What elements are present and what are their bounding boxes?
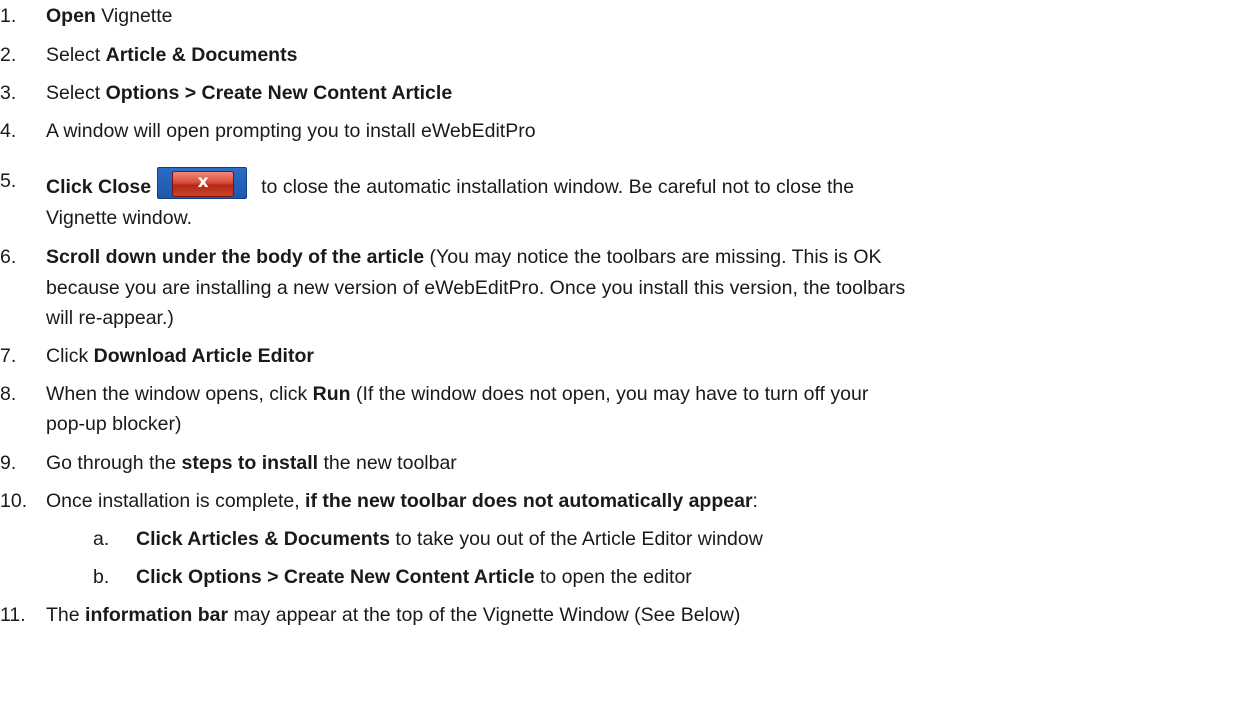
instruction-list: 1. Open Vignette 2. Select Article & Doc… xyxy=(0,0,1258,716)
close-x-icon: x xyxy=(172,171,235,197)
step-number: 1. xyxy=(0,5,17,27)
close-button-image: x xyxy=(157,167,248,199)
step-bold: Open xyxy=(46,5,96,27)
